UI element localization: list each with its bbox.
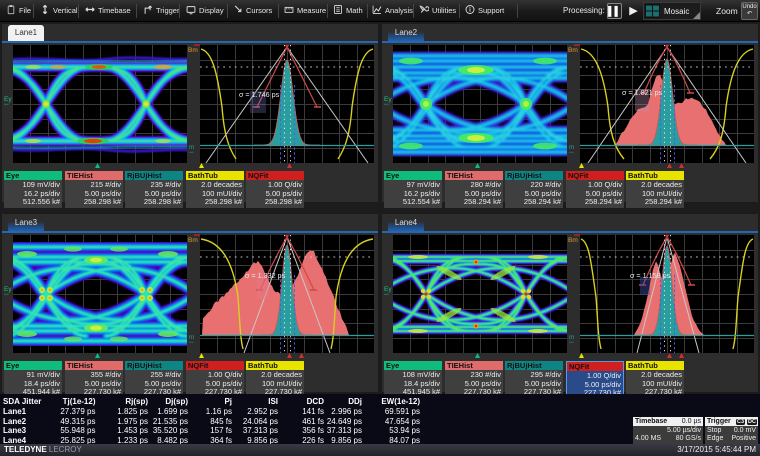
svg-text:σ = 1.332 ps: σ = 1.332 ps (245, 271, 286, 280)
svg-text:i: i (469, 8, 471, 14)
svg-text:σ = 1.821 ps: σ = 1.821 ps (622, 88, 663, 97)
svg-text:σ = 1.158 ps: σ = 1.158 ps (630, 271, 671, 280)
svg-text:σ = 1.746 ps: σ = 1.746 ps (239, 90, 280, 99)
